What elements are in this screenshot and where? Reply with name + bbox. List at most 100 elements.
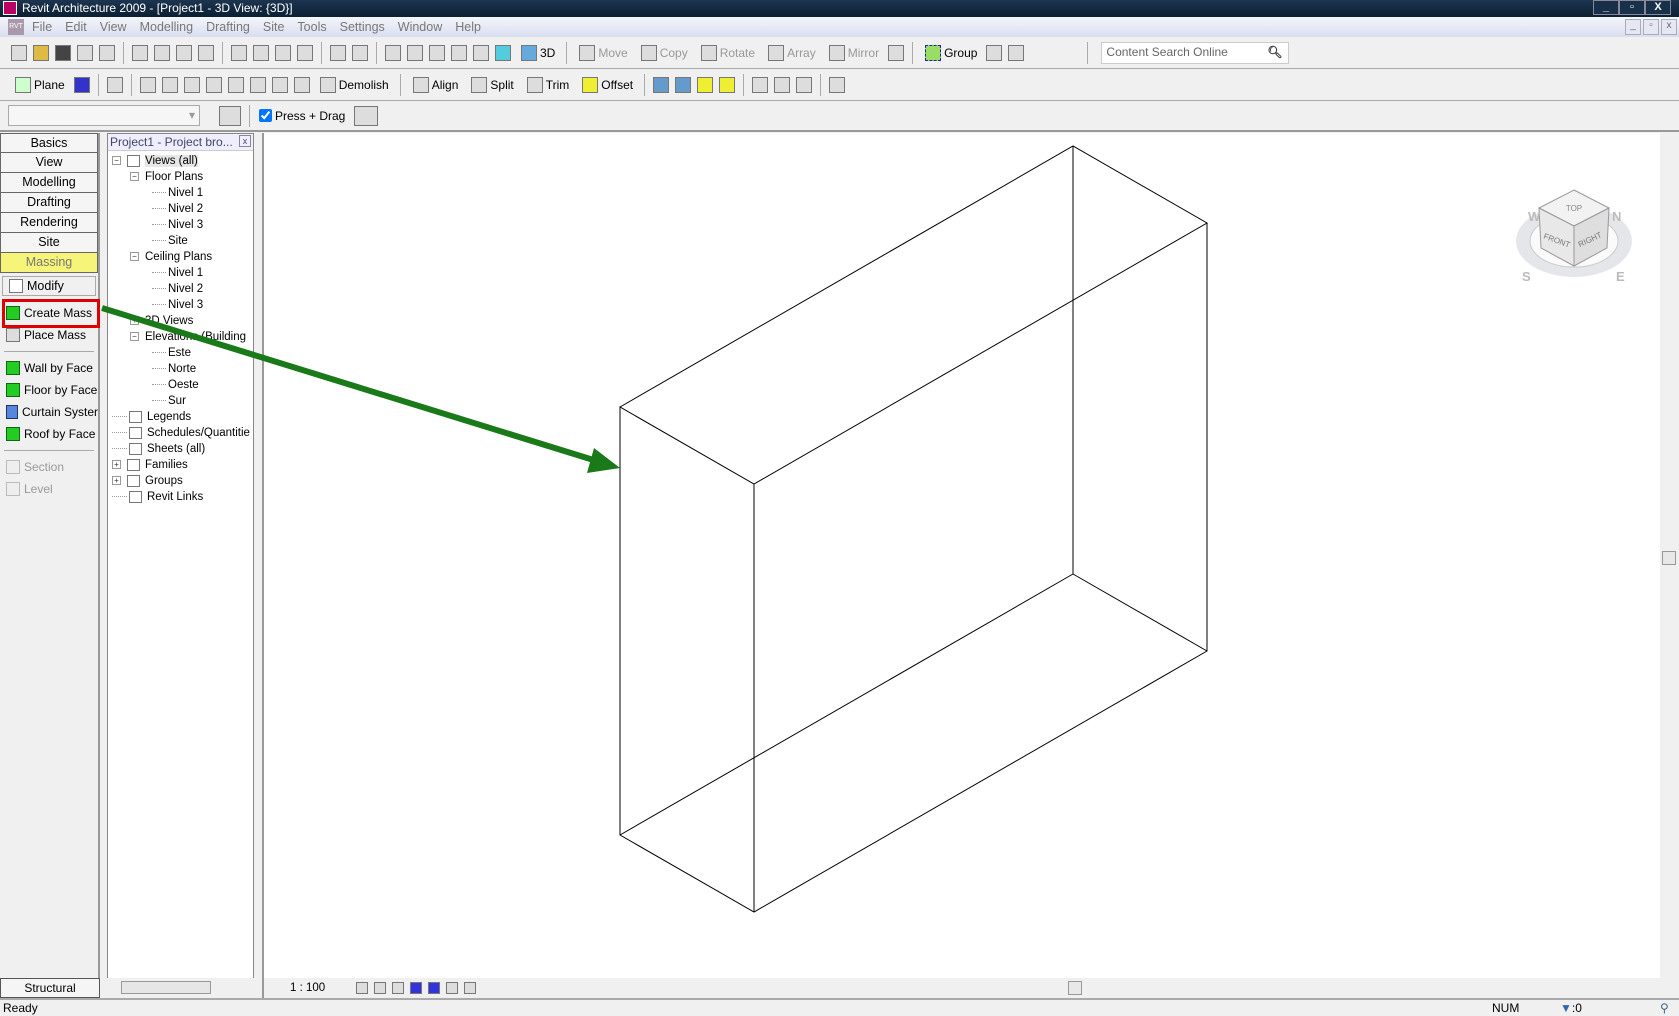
undo-list-icon[interactable] (253, 45, 269, 61)
tree-item[interactable]: Nivel 2 (152, 282, 203, 297)
split-button[interactable]: Split (468, 76, 514, 93)
browser-scroll-thumb[interactable] (121, 981, 211, 994)
vertical-scrollbar[interactable] (1660, 133, 1679, 978)
tab-massing[interactable]: Massing (0, 253, 98, 273)
compass-w[interactable]: W (1528, 209, 1541, 224)
remove-paint-icon[interactable] (293, 76, 310, 93)
shading-icon[interactable] (495, 45, 511, 61)
open-icon[interactable] (33, 45, 49, 61)
grid-icon[interactable] (73, 76, 90, 93)
doc-restore-button[interactable]: ▫ (1643, 19, 1659, 35)
hide-element-icon[interactable] (752, 76, 769, 93)
menu-modelling[interactable]: Modelling (140, 20, 194, 34)
menu-file[interactable]: File (32, 20, 52, 34)
tree-item[interactable]: +3D Views (130, 314, 193, 329)
crop-region-icon[interactable] (428, 982, 441, 994)
restore-button[interactable]: ▫ (1619, 0, 1645, 15)
view-horizontal-scroll-thumb[interactable] (1068, 981, 1082, 995)
array-button[interactable]: Array (765, 45, 816, 61)
cut-icon[interactable] (132, 45, 148, 61)
doc-close-button[interactable]: x (1661, 19, 1677, 35)
tree-item[interactable]: Sheets (all) (112, 442, 205, 457)
model-graphics-style-icon[interactable] (374, 982, 387, 994)
temporary-hide-icon[interactable] (446, 982, 459, 994)
close-button[interactable]: X (1645, 0, 1671, 15)
align-button[interactable]: Align (410, 76, 458, 93)
plane-button[interactable]: Plane (12, 76, 65, 93)
copy-button[interactable]: Copy (638, 45, 688, 61)
tree-item[interactable]: − Floor Plans (130, 170, 203, 185)
tab-basics[interactable]: Basics (0, 133, 98, 153)
project-browser-toggle-icon[interactable] (330, 45, 346, 61)
dropdown-arrow-icon[interactable] (407, 45, 423, 61)
3d-view-canvas[interactable]: TOP FRONT RIGHT W N S E (262, 133, 1679, 978)
menu-view[interactable]: View (100, 20, 127, 34)
press-drag-check[interactable] (259, 109, 272, 122)
tree-item[interactable]: Schedules/Quantitie (112, 426, 250, 441)
dynamic-view-icon[interactable] (385, 45, 401, 61)
save-icon[interactable] (55, 45, 71, 61)
detail-level-icon[interactable] (356, 982, 369, 994)
tree-item[interactable]: Norte (152, 362, 196, 377)
type-selector-dropdown[interactable] (8, 105, 200, 126)
tree-item[interactable]: − Views (all) (112, 154, 198, 169)
viewcube-top-label[interactable]: TOP (1566, 204, 1582, 213)
move-button[interactable]: Move (576, 45, 628, 61)
tree-item[interactable]: Oeste (152, 378, 199, 393)
floor-by-face-tool[interactable]: Floor by Face (0, 379, 98, 401)
spellcheck-icon[interactable] (106, 76, 123, 93)
menu-help[interactable]: Help (455, 20, 481, 34)
tree-item[interactable]: Site (152, 234, 188, 249)
pin-icon[interactable] (986, 45, 1003, 61)
split-face-icon[interactable] (249, 76, 266, 93)
tree-item[interactable]: Nivel 3 (152, 298, 203, 313)
tab-drafting[interactable]: Drafting (0, 193, 98, 213)
menu-edit[interactable]: Edit (65, 20, 87, 34)
expand-toggle-icon[interactable]: − (112, 156, 121, 166)
compass-s[interactable]: S (1522, 269, 1531, 284)
curtain-system-tool[interactable]: Curtain Syster (0, 401, 98, 423)
group-button[interactable]: Group (922, 45, 977, 61)
trim-button[interactable]: Trim (524, 76, 569, 93)
menu-window[interactable]: Window (398, 20, 442, 34)
element-properties-icon[interactable] (219, 105, 241, 126)
filter-icon[interactable] (354, 105, 379, 126)
measure-icon[interactable] (829, 76, 846, 93)
override-graphics-icon[interactable] (796, 76, 813, 93)
shadows-icon[interactable] (392, 982, 405, 994)
scroll-thumb[interactable] (1662, 551, 1676, 565)
tree-item[interactable]: Revit Links (112, 490, 203, 505)
copy-clipboard-icon[interactable] (653, 76, 670, 93)
tree-item[interactable]: Nivel 1 (152, 266, 203, 281)
minimize-button[interactable]: _ (1593, 0, 1619, 15)
rotate-button[interactable]: Rotate (698, 45, 755, 61)
undo-icon[interactable] (231, 45, 247, 61)
select-linked-icon[interactable] (719, 76, 736, 93)
search-icon[interactable]: 🔍︎ (1267, 45, 1282, 59)
roof-by-face-tool[interactable]: Roof by Face (0, 423, 98, 445)
menu-settings[interactable]: Settings (340, 20, 385, 34)
level-tool[interactable]: Level (0, 478, 98, 500)
tab-rendering[interactable]: Rendering (0, 213, 98, 233)
expand-toggle-icon[interactable]: + (130, 316, 139, 326)
tree-item[interactable]: + Families (112, 458, 188, 473)
tree-item[interactable]: − Ceiling Plans (130, 250, 212, 265)
select-host-icon[interactable] (697, 76, 714, 93)
tab-site[interactable]: Site (0, 233, 98, 253)
browser-horizontal-scrollbar[interactable] (107, 978, 254, 998)
demolish-button[interactable]: Demolish (317, 76, 389, 93)
menu-site[interactable]: Site (263, 20, 285, 34)
join-icon[interactable] (183, 76, 200, 93)
modify-tool[interactable]: Modify (2, 276, 96, 296)
menu-drafting[interactable]: Drafting (206, 20, 250, 34)
viewcube[interactable]: TOP FRONT RIGHT W N S E (1514, 178, 1639, 288)
tree-item[interactable]: Legends (112, 410, 191, 425)
tree-item[interactable]: − Elevations (Building (130, 330, 246, 345)
link-icon[interactable] (1008, 45, 1025, 61)
cut-geometry-icon[interactable] (205, 76, 222, 93)
menu-tools[interactable]: Tools (297, 20, 326, 34)
view-3d-button[interactable]: 3D (518, 45, 555, 61)
paint-icon[interactable] (139, 76, 156, 93)
expand-toggle-icon[interactable]: − (130, 332, 139, 342)
thin-lines-icon[interactable] (473, 45, 489, 61)
